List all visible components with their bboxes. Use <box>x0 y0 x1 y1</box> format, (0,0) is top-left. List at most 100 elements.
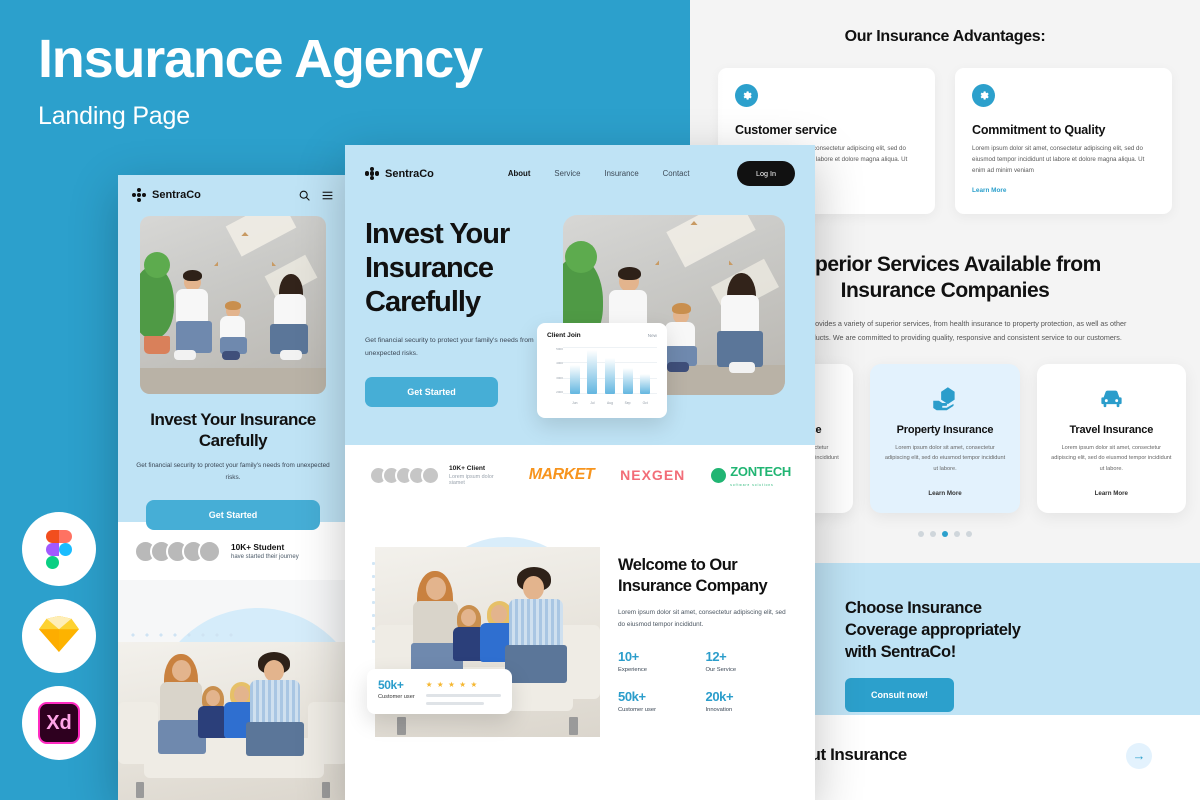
cta-heading-line1: Choose Insurance <box>845 598 982 617</box>
login-button[interactable]: Log In <box>737 161 795 186</box>
page-title: Insurance Agency <box>38 29 483 89</box>
brand-logo[interactable]: SentraCo <box>132 188 201 202</box>
chart-bar <box>569 364 580 394</box>
mobile-hero-heading: Invest Your Insurance Carefully <box>150 410 316 450</box>
y-tick: 3000 <box>556 375 563 380</box>
poster-stage: Our Insurance Advantages: Customer servi… <box>0 0 1200 800</box>
desktop-get-started-button[interactable]: Get Started <box>365 377 498 407</box>
avatar <box>421 465 440 485</box>
clients-caption: Lorem ipsum dolor siamet <box>449 473 494 486</box>
arrow-right-icon[interactable]: → <box>1126 742 1152 769</box>
chart-bar <box>640 373 651 394</box>
house-hand-icon <box>884 384 1005 414</box>
placeholder-bar <box>425 702 485 705</box>
avatar-group <box>134 539 221 563</box>
logo-zontech-name: ZONTECH <box>730 464 791 479</box>
star-rating-icon: ★ ★ ★ ★ ★ <box>425 680 479 689</box>
x-tick: Jul <box>590 401 595 405</box>
x-tick: Aug <box>607 401 613 405</box>
mobile-bottom-section <box>118 580 348 800</box>
stat-innovation: 20k+ Innovation <box>706 689 794 713</box>
carousel-dot[interactable] <box>930 530 936 537</box>
logo-nexgen: NEXGEN <box>620 467 686 483</box>
chart-x-axis: Jun Jul Aug Sep Oct <box>563 401 657 405</box>
carousel-dot-active[interactable] <box>942 530 948 537</box>
stat-label: Our Service <box>705 666 737 673</box>
car-icon <box>1051 384 1172 414</box>
brand-name: SentraCo <box>385 167 434 180</box>
clients-count: 10K+ Client <box>449 464 486 472</box>
sketch-badge[interactable] <box>22 599 96 673</box>
welcome-section: 50k+ Customer user ★ ★ ★ ★ ★ Welcome to … <box>345 505 815 800</box>
family-sofa-photo <box>118 642 348 800</box>
welcome-paragraph: Lorem ipsum dolor sit amet, consectetur … <box>618 609 786 629</box>
advantage-card-commitment-to-quality[interactable]: Commitment to Quality Lorem ipsum dolor … <box>955 68 1172 214</box>
sketch-icon <box>38 615 80 658</box>
brand-name: SentraCo <box>152 189 201 201</box>
learn-more-link[interactable]: Learn More <box>1051 490 1172 497</box>
chart-header: Client Join New <box>547 332 657 339</box>
desktop-hero-paragraph: Get financial security to protect your f… <box>365 337 534 357</box>
design-tool-badges: Xd <box>22 512 96 760</box>
hero-heading-line2: Insurance <box>365 251 494 284</box>
rating-badge: 50k+ Customer user ★ ★ ★ ★ ★ <box>367 669 512 714</box>
stat-label: Experience <box>618 666 648 673</box>
brand-logo[interactable]: SentraCo <box>365 166 434 181</box>
advantages-title: Our Insurance Advantages: <box>844 28 1046 45</box>
figma-badge[interactable] <box>22 512 96 586</box>
dots-cross-logo-icon <box>365 166 379 181</box>
hero-heading-line1: Invest Your <box>365 218 510 250</box>
adobe-xd-badge[interactable]: Xd <box>22 686 96 760</box>
welcome-photo-block: 50k+ Customer user ★ ★ ★ ★ ★ <box>367 527 604 800</box>
stat-label: Customer user <box>618 706 657 713</box>
gear-icon <box>735 84 758 107</box>
learn-more-link[interactable]: Learn More <box>884 490 1005 497</box>
service-card-property-insurance[interactable]: Property Insurance Lorem ipsum dolor sit… <box>870 363 1020 513</box>
carousel-dot[interactable] <box>954 530 960 537</box>
chart-bar <box>587 350 598 394</box>
stat-value: 10+ <box>618 648 639 664</box>
cover-title-block: Insurance Agency Landing Page <box>38 29 483 131</box>
nav-item-about[interactable]: About <box>508 169 531 178</box>
right-fade-overlay <box>789 505 815 800</box>
desktop-nav-menu: About Service Insurance Contact <box>508 169 690 178</box>
welcome-stats-grid: 10+ Experience 12+ Our Service 50k+ Cust… <box>618 649 793 729</box>
service-title: Property Insurance <box>896 423 994 436</box>
y-tick: 2000 <box>556 389 563 394</box>
y-tick: 4000 <box>556 361 563 366</box>
x-tick: Oct <box>642 401 648 405</box>
hamburger-menu-icon[interactable] <box>321 189 334 202</box>
chart-bars <box>563 347 657 394</box>
service-body: Lorem ipsum dolor sit amet, consectetur … <box>1051 444 1172 472</box>
chart-menu-label[interactable]: New <box>648 333 657 338</box>
logo-market: MARKET <box>528 466 595 483</box>
center-desktop-mockup: SentraCo About Service Insurance Contact… <box>345 145 815 800</box>
consult-now-button[interactable]: Consult now! <box>845 677 954 712</box>
carousel-dot[interactable] <box>966 530 972 537</box>
nav-item-insurance[interactable]: Insurance <box>604 169 638 178</box>
advantage-title: Commitment to Quality <box>972 123 1106 137</box>
leaf-icon <box>711 467 727 483</box>
advantage-body: Lorem ipsum dolor sit amet, consectetur … <box>972 145 1145 174</box>
stat-experience: 10+ Experience <box>618 649 706 673</box>
nav-item-contact[interactable]: Contact <box>663 169 690 178</box>
mobile-get-started-button[interactable]: Get Started <box>146 499 320 530</box>
carousel-dot[interactable] <box>918 530 924 537</box>
avatar-group <box>369 465 440 485</box>
learn-more-link[interactable]: Learn More <box>972 187 1155 194</box>
hero-photo-family-house <box>140 216 326 394</box>
nav-item-service[interactable]: Service <box>554 169 580 178</box>
service-card-travel-insurance[interactable]: Travel Insurance Lorem ipsum dolor sit a… <box>1036 363 1186 513</box>
x-tick: Jun <box>572 401 578 405</box>
chart-bar <box>622 367 633 394</box>
stat-value: 12+ <box>705 648 727 664</box>
mobile-nav-icons <box>298 189 334 202</box>
desktop-hero-heading: Invest Your Insurance Carefully <box>365 218 575 320</box>
mobile-navbar: SentraCo <box>132 188 334 202</box>
stat-value: 50k+ <box>618 688 646 704</box>
chart-y-axis: 5000 4000 3000 2000 <box>547 347 563 405</box>
x-tick: Sep <box>624 401 631 405</box>
mobile-students-caption: have started their journey <box>231 554 299 560</box>
search-icon[interactable] <box>298 189 311 202</box>
desktop-navbar: SentraCo About Service Insurance Contact… <box>365 161 795 186</box>
